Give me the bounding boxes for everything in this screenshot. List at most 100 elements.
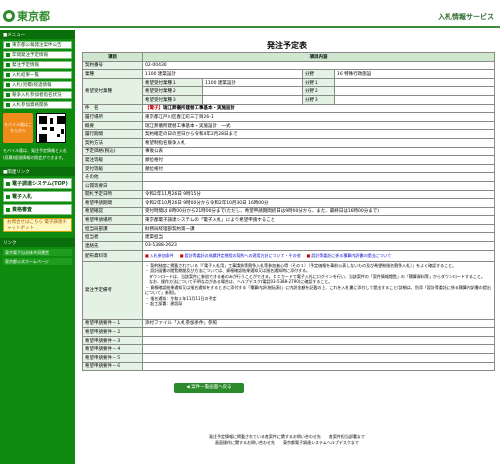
chatbot-button[interactable]: お問合せはこちら 電子調達チャットボット <box>3 218 72 232</box>
sidebar-link-e-bidding[interactable]: 電子入札 <box>3 191 72 202</box>
table-row: 受付等級 順位格付 <box>82 163 495 174</box>
price-value: 事後公表 <box>142 146 495 157</box>
tokyo-logo[interactable]: 東京都 <box>3 8 50 24</box>
summary-value: 瑞江葬儀所建替工事基本・実施設計 一式 <box>142 120 495 131</box>
table-row: 履行場所 東京都江戸川区春江町三丁目26-1 <box>82 112 495 122</box>
pdf-link-policy[interactable]: 設計等委託の成績評定規程の契約への適用方針について・その他 <box>180 253 301 259</box>
table-row: 発注等級 順位格付 <box>82 155 495 165</box>
sidebar-item-label: 年間発注予定情報 <box>12 53 48 58</box>
sidebar-item-progress[interactable]: 入札(見積)経過情報 <box>3 81 72 89</box>
row-label: 開札予定日時 <box>82 189 143 200</box>
cond-value <box>142 344 495 355</box>
table-row: 希望受付業種３ 分野３ <box>83 94 495 105</box>
project-title: 【電子】瑞江葬儀所建替工事基本・実施設計 <box>142 103 495 114</box>
table-row: 希望申請要件－４ <box>82 344 495 355</box>
row-label: 履行場所 <box>82 112 143 122</box>
table-row: その他 <box>82 172 495 182</box>
bunya-value: 16 特殊行政施設 <box>334 69 495 79</box>
sidebar-item-results[interactable]: 入札結果一覧 <box>3 71 72 79</box>
sidebar-link-system-top[interactable]: 電子調達システム(TOP) <box>3 178 72 189</box>
table-row: 概要 瑞江葬儀所建替工事基本・実施設計 一式 <box>82 120 495 131</box>
person-value: 建築担当 <box>142 232 495 243</box>
row-label: 契約番号 <box>82 60 143 71</box>
table-row: 希望受付業種２ 分野２ <box>83 86 495 96</box>
order-grade-value: 順位格付 <box>142 155 495 165</box>
order-detail-table: 項目 項目内容 契約番号 02-00430 業種 1100 建築設計 分野 16… <box>82 52 495 372</box>
open-date-value: 令和2年11月26日 9時15分 <box>142 189 495 200</box>
sidebar-item-label: 入札参加資格関係 <box>12 103 48 108</box>
row-label: 希望申請場所 <box>82 215 143 225</box>
sidebar-links-head: ■関連リンク <box>0 167 75 176</box>
row-label: 希望申請要件－４ <box>82 344 143 355</box>
bullet-icon <box>6 103 10 107</box>
method-value: 希望制指名競争入札 <box>142 137 495 148</box>
apply-period-value: 令和2年10月26日 9時00分から令和2年10月30日 16時00分 <box>142 198 495 208</box>
sidebar-link-official[interactable]: 東京都公式ホームページ <box>3 258 72 265</box>
col-header-content: 項目内容 <box>142 52 495 62</box>
row-label: 発注予定備考 <box>82 260 143 320</box>
project-title-text: 瑞江葬儀所建替工事基本・実施設計 <box>163 106 235 112</box>
row-label: 予定価格(税込) <box>82 146 143 157</box>
table-row: 予定価格(税込) 事後公表 <box>82 146 495 157</box>
table-row: 開札予定日時 令和2年11月26日 9時15分 <box>82 189 495 200</box>
logo-text: 東京都 <box>17 10 50 23</box>
cond-value <box>142 327 495 337</box>
bullet-icon <box>6 43 10 47</box>
sidebar-item-annual[interactable]: 年間発注予定情報 <box>3 51 72 59</box>
page-header: 東京都 入札情報サービス <box>0 0 500 28</box>
table-row: 契約方法 希望制指名競争入札 <box>82 137 495 148</box>
cond-value <box>142 335 495 346</box>
sidebar-item-koho[interactable]: 東京都公報発注案件公告 <box>3 41 72 49</box>
desired-bunya-label: 分野３ <box>302 94 335 105</box>
cond-value <box>142 353 495 363</box>
pdf-link-conditions[interactable]: 入札参加条件 <box>145 253 174 259</box>
sidebar-menu-head: ■メニュー <box>0 30 75 39</box>
sidebar-item-label: 入札(見積)経過情報 <box>12 83 52 88</box>
table-row: 配布資料等 入札参加条件 設計等委託の成績評定規程の契約への適用方針について・そ… <box>82 249 495 262</box>
location-value: 東京都江戸川区春江町三丁目26-1 <box>142 112 495 122</box>
row-label: 希望申請要件－２ <box>82 327 143 337</box>
e-bid-tag: 【電子】 <box>145 106 163 112</box>
pdf-link-estimate[interactable]: 設計等委託に係る積算内訳書の提出について <box>306 253 391 259</box>
table-row: 件 名 【電子】瑞江葬儀所建替工事基本・実施設計 <box>82 103 495 114</box>
sidebar-link-qualification[interactable]: 資格審査 <box>3 204 72 215</box>
sidebar-item-label: 発注予定情報 <box>12 63 39 68</box>
row-label: 希望確認 <box>82 206 143 217</box>
row-label: 配布資料等 <box>82 249 143 262</box>
table-row: 希望確認 受付時間は 8時00分から21時00分まで(ただし、希望申請期間初日は9… <box>82 206 495 217</box>
dept-value: 財務局経理部契約第一課 <box>142 223 495 234</box>
sidebar-item-label: 競争入札参加者指名状況 <box>12 93 62 98</box>
sidebar-item-label: 東京都公報発注案件公告 <box>12 43 62 48</box>
bullet-icon <box>6 53 10 57</box>
table-header-row: 項目 項目内容 <box>82 52 495 62</box>
table-row: 担当者 建築担当 <box>82 232 495 243</box>
sidebar-item-nomination[interactable]: 競争入札参加者指名状況 <box>3 91 72 99</box>
mobile-version-button[interactable]: モバイル版はこちらから <box>3 113 33 143</box>
link-label: 電子入札 <box>12 194 33 200</box>
sidebar-item-qualification[interactable]: 入札参加資格関係 <box>3 101 72 109</box>
mobile-section: モバイル版はこちらから <box>3 113 72 143</box>
service-title: 入札情報サービス <box>438 13 494 21</box>
desired-line-label: 希望受付業種２ <box>142 86 203 96</box>
bullet-icon <box>6 93 10 97</box>
desired-bunya-value <box>334 77 495 88</box>
row-label: 履行期間 <box>82 129 143 139</box>
industry-value: 1100 建築設計 <box>142 69 303 79</box>
desired-bunya-label: 分野１ <box>302 77 335 88</box>
desired-line-label: 希望受付業種１ <box>142 77 203 88</box>
table-row: 希望申請場所 東京都電子調達システムの「電子入札」により希望申請すること <box>82 215 495 225</box>
table-row: 公開等要日 <box>82 180 495 191</box>
back-to-list-button[interactable]: ◀ 案件一覧画面へ戻る <box>174 383 244 393</box>
mobile-note: モバイル版は、発注予定情報と入札(見積)経過情報の照会ができます。 <box>3 148 67 160</box>
table-row: 希望申請要件－２ <box>82 327 495 337</box>
sidebar-item-schedule[interactable]: 発注予定情報 <box>3 61 72 69</box>
tokyo-emblem-icon <box>3 10 15 22</box>
row-label: 業種 <box>82 69 143 79</box>
table-row: 希望申請要件－６ <box>82 361 495 372</box>
col-header-item: 項目 <box>82 52 143 62</box>
sidebar-footer-links-head: リンク <box>0 238 75 247</box>
bunya-label: 分野 <box>302 69 335 79</box>
desired-bunya-label: 分野２ <box>302 86 335 96</box>
sidebar-link-joint[interactable]: 東京電子自治体共同運営 <box>3 249 72 256</box>
desired-bunya-value <box>334 86 495 96</box>
